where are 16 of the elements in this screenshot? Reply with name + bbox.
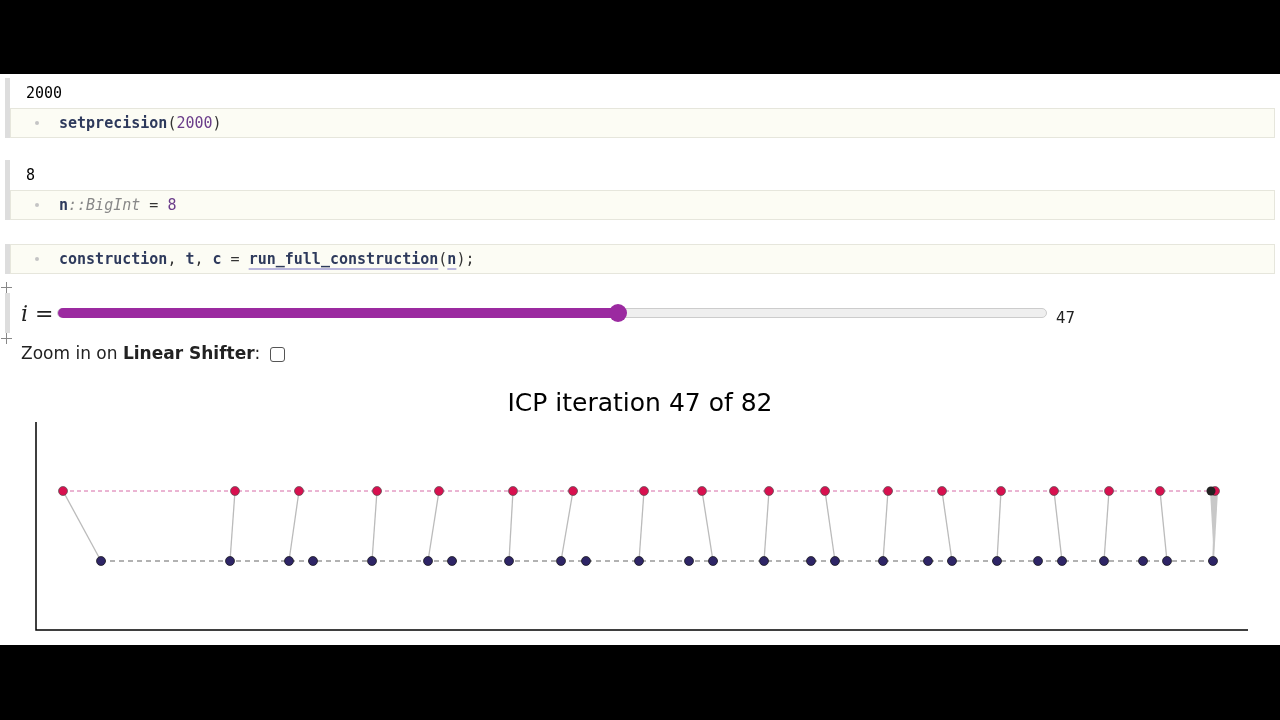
cell-output: 8 — [25, 164, 37, 186]
checkbox-label: Zoom in on Linear Shifter: — [21, 342, 261, 366]
code-cell[interactable]: n::BigInt = 8 — [10, 190, 1275, 220]
chart-title: ICP iteration 47 of 82 — [507, 387, 773, 419]
add-cell-icon[interactable] — [1, 282, 12, 293]
zoom-checkbox[interactable] — [270, 346, 286, 362]
add-cell-icon[interactable] — [1, 333, 12, 344]
bullet-icon — [35, 203, 39, 207]
cell-output: 2000 — [25, 82, 64, 104]
slider-value: 47 — [1056, 307, 1076, 329]
slider-thumb[interactable] — [609, 304, 628, 322]
code-cell[interactable]: construction, t, c = run_full_construction(n); — [10, 244, 1275, 274]
slider-label: i = — [21, 299, 55, 328]
bullet-icon — [35, 121, 39, 125]
bullet-icon — [35, 257, 39, 261]
code-cell[interactable]: setprecision(2000) — [10, 108, 1275, 138]
